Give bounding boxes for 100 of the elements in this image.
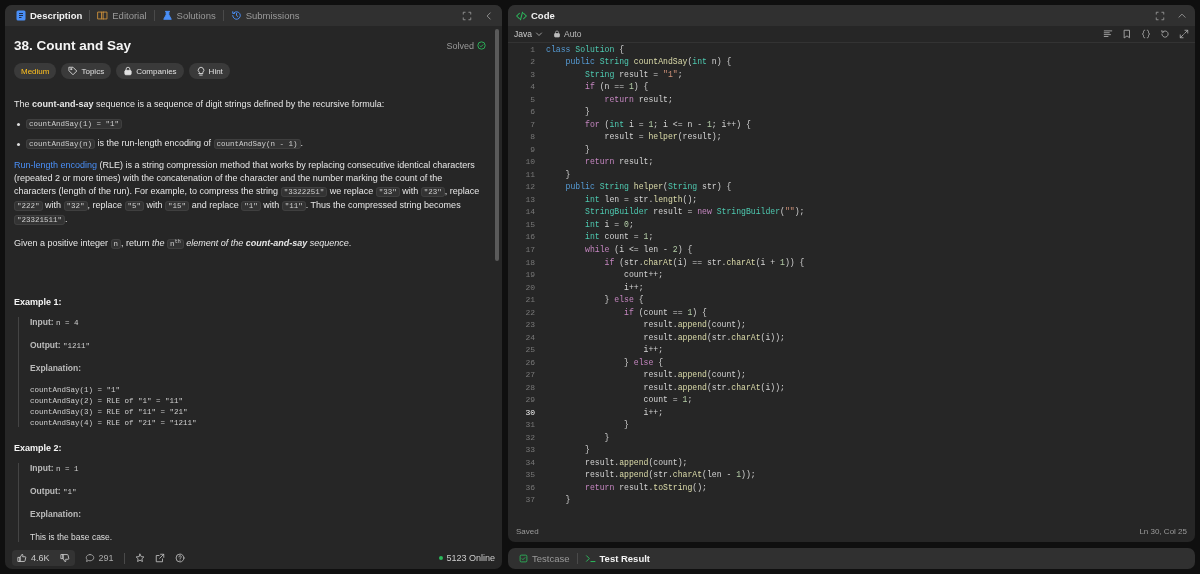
panel-tab[interactable]: Editorial <box>94 10 150 21</box>
line-number: 4 <box>529 82 536 92</box>
code-line: while (i <= len - 2) { <box>584 245 693 254</box>
output-label: Output: <box>30 339 61 350</box>
panel-title: Code <box>531 10 555 21</box>
bullet-icon <box>17 142 20 146</box>
input-label: Input: <box>30 463 54 474</box>
braces-icon[interactable] <box>1141 29 1151 39</box>
wiki-link[interactable]: Run-length encoding <box>14 160 98 170</box>
output-label: Output: <box>30 486 61 497</box>
code-line: } <box>584 144 590 154</box>
chevron-down-icon <box>534 30 543 38</box>
line-number: 1 <box>529 44 536 54</box>
expand-icon[interactable] <box>1179 29 1189 39</box>
code-line: return result; <box>584 157 654 167</box>
explanation-label: Explanation: <box>30 509 81 520</box>
line-number: 31 <box>524 420 536 430</box>
format-lines-icon[interactable] <box>1103 29 1113 39</box>
code-line: } <box>584 107 590 117</box>
line-number: 33 <box>524 445 536 455</box>
line-number: 7 <box>529 119 536 129</box>
code-line: result.append(count); <box>584 457 688 467</box>
code-line: int i = 0; <box>584 219 634 229</box>
line-number: 26 <box>524 357 536 367</box>
line-number: 23 <box>524 320 536 330</box>
language-dropdown[interactable]: Java <box>514 29 543 39</box>
code-line: if (count == 1) { <box>623 307 707 317</box>
code-line: for (int i = 1; i <= n - 1; i++) { <box>584 119 751 129</box>
line-number: 9 <box>529 144 536 154</box>
code-line: count = 1; <box>642 395 693 405</box>
panel-tab[interactable]: Description <box>13 10 86 21</box>
difficulty-label: Medium <box>14 63 57 79</box>
book-icon <box>97 10 109 21</box>
line-number: 27 <box>524 370 536 380</box>
tag-button[interactable]: Companies <box>116 63 184 79</box>
code-line: count++; <box>623 270 664 280</box>
line-number: 17 <box>524 245 536 254</box>
help-icon[interactable] <box>174 553 185 563</box>
tag-button[interactable]: Topics <box>61 63 112 79</box>
comment-icon <box>84 553 95 563</box>
line-number: 10 <box>524 157 536 167</box>
line-number: 24 <box>524 332 536 342</box>
thumbs-up-icon <box>17 553 27 563</box>
line-number: 15 <box>524 219 536 229</box>
panel-tab[interactable]: Solutions <box>158 10 219 21</box>
code-line: if (n == 1) { <box>584 82 649 92</box>
code-line: i++; <box>642 407 664 417</box>
code-line: } <box>564 169 571 179</box>
scrollbar[interactable] <box>495 29 499 261</box>
line-number: 36 <box>524 482 536 492</box>
solved-status: Solved <box>446 40 474 51</box>
maximize-icon[interactable] <box>462 10 472 21</box>
code-line: return result; <box>603 94 673 104</box>
check-circle-icon <box>477 41 486 50</box>
share-icon[interactable] <box>154 553 165 563</box>
save-status: Saved <box>516 526 539 536</box>
line-number: 3 <box>529 69 536 79</box>
code-line: public String helper(String str) { <box>564 182 732 192</box>
panel-tab[interactable]: Test Result <box>581 553 653 564</box>
chevron-left-icon[interactable] <box>484 10 494 21</box>
code-line: public String countAndSay(int n) { <box>564 57 732 67</box>
tag-button[interactable]: Hint <box>188 63 230 79</box>
line-number: 37 <box>524 495 536 505</box>
panel-tab[interactable]: Submissions <box>227 10 303 21</box>
explanation-text: This is the base case. <box>30 532 114 543</box>
line-number: 29 <box>524 395 536 405</box>
line-number: 11 <box>524 169 536 179</box>
lightbulb-icon <box>195 66 206 76</box>
code-line: result.append(count); <box>642 320 746 330</box>
comments-button[interactable]: 291 <box>84 553 114 563</box>
lock-icon <box>552 30 561 38</box>
code-line: i++; <box>642 345 664 355</box>
reset-icon[interactable] <box>1160 29 1170 39</box>
description-paragraph: The count-and-say sequence is a sequence of digit strings defined by the recursive formula: <box>14 98 386 111</box>
line-number: 8 <box>529 132 536 142</box>
line-number: 12 <box>524 182 536 192</box>
line-number: 2 <box>529 57 536 67</box>
bookmark-icon[interactable] <box>1122 29 1132 39</box>
star-icon[interactable] <box>134 553 145 563</box>
problem-title: 38. Count and Say <box>14 38 132 53</box>
line-number: 30 <box>524 407 536 417</box>
line-number: 20 <box>524 282 536 292</box>
flask-icon <box>161 10 173 21</box>
code-line: result.append(str.charAt(i)); <box>642 382 785 392</box>
code-line: result = helper(result); <box>603 132 722 142</box>
code-line: return result.toString(); <box>584 482 707 492</box>
example-heading: Example 2: <box>14 443 63 454</box>
line-number: 32 <box>524 432 536 442</box>
bullet-icon <box>17 122 20 126</box>
cursor-position: Ln 30, Col 25 <box>1139 526 1187 536</box>
code-line: StringBuilder result = new StringBuilder(""); <box>584 207 805 217</box>
code-line: } <box>564 495 571 505</box>
line-number: 35 <box>524 470 536 480</box>
checkbox-icon <box>519 554 528 563</box>
maximize-icon[interactable] <box>1155 10 1165 21</box>
line-number: 6 <box>529 107 536 117</box>
history-icon <box>230 10 242 21</box>
document-icon <box>16 10 26 21</box>
line-number: 5 <box>529 94 536 104</box>
panel-tab[interactable]: Testcase <box>516 553 573 564</box>
